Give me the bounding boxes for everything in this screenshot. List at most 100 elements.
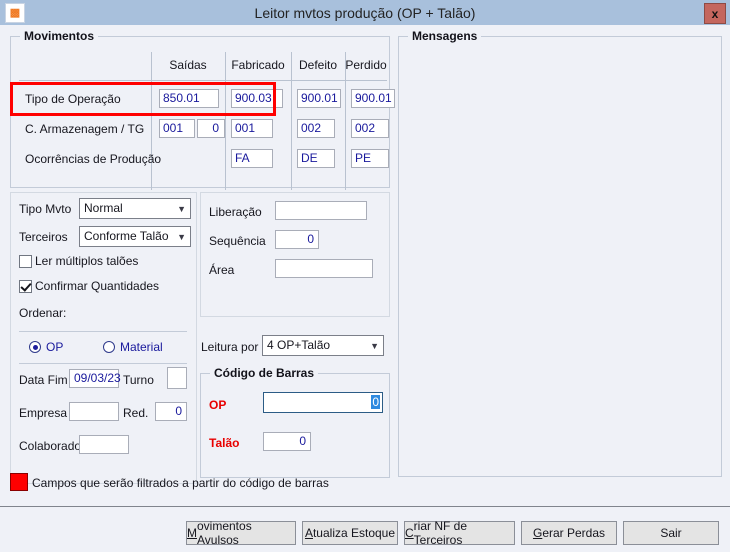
label-barcode-talao: Talão [209, 436, 240, 450]
chevron-down-icon: ▼ [177, 232, 186, 242]
cell-armazenagem-tg[interactable]: 0 [197, 119, 225, 138]
movimentos-group-title: Movimentos [20, 29, 99, 43]
window-titlebar[interactable]: ▩ Leitor mvtos produção (OP + Talão) x [0, 0, 730, 25]
input-area[interactable] [275, 259, 373, 278]
select-leitura-por[interactable]: 4 OP+Talão ▼ [262, 335, 384, 356]
label-ordenar: Ordenar: [19, 306, 67, 320]
button-bar-divider [0, 506, 730, 507]
label-turno: Turno [123, 373, 154, 387]
liberacao-panel: Liberação Sequência 0 Área [200, 192, 390, 317]
table-vline [225, 52, 226, 190]
accel-char: C [405, 526, 414, 540]
close-icon[interactable]: x [704, 3, 726, 24]
codigo-barras-title: Código de Barras [210, 366, 319, 380]
divider [19, 363, 187, 364]
input-barcode-op[interactable]: 0 [263, 392, 383, 413]
mensagens-group-title: Mensagens [408, 29, 482, 43]
label-sequencia: Sequência [209, 234, 266, 248]
cell-armazenagem-saidas[interactable]: 001 [159, 119, 195, 138]
label-tipo-mvto: Tipo Mvto [19, 202, 72, 216]
cell-tipo-operacao-perdido[interactable]: 900.01 [351, 89, 395, 108]
button-label: tualiza Estoque [312, 526, 396, 540]
row-label-tipo-operacao: Tipo de Operação [25, 92, 121, 106]
left-settings-panel: Tipo Mvto Normal ▼ Terceiros Conforme Ta… [10, 192, 197, 484]
label-data-fim: Data Fim [19, 373, 68, 387]
button-label: riar NF de Terceiros [413, 519, 468, 547]
radio-ordenar-material-label: Material [120, 340, 163, 354]
label-liberacao: Liberação [209, 205, 262, 219]
input-barcode-talao[interactable]: 0 [263, 432, 311, 451]
gerar-perdas-button[interactable]: Gerar Perdas [521, 521, 617, 545]
input-turno[interactable] [167, 367, 187, 389]
chevron-down-icon: ▼ [370, 341, 379, 351]
label-area: Área [209, 263, 235, 277]
mensagens-group: Mensagens [398, 29, 722, 477]
input-colaborador[interactable] [79, 435, 129, 454]
table-vline [151, 52, 152, 190]
movimentos-group: Movimentos Saídas Fabricado Defeito Perd… [10, 29, 395, 190]
select-tipo-mvto[interactable]: Normal ▼ [79, 198, 191, 219]
cell-tipo-operacao-fabricado[interactable]: 900.03 [231, 89, 283, 108]
cell-tipo-operacao-saidas[interactable]: 850.01 [159, 89, 219, 108]
checkbox-box [19, 279, 32, 293]
radio-ordenar-op[interactable]: OP [29, 340, 63, 354]
select-terceiros-value: Conforme Talão [84, 229, 169, 243]
cell-ocorrencias-defeito[interactable]: DE [297, 149, 335, 168]
label-barcode-op: OP [209, 398, 227, 412]
atualiza-estoque-button[interactable]: Atualiza Estoque [302, 521, 398, 545]
label-terceiros: Terceiros [19, 230, 68, 244]
radio-ordenar-material[interactable]: Material [103, 340, 163, 354]
column-header-perdido: Perdido [345, 58, 387, 72]
accel-char: G [532, 526, 543, 540]
button-label: ovimentos Avulsos [197, 519, 252, 547]
cell-armazenagem-defeito[interactable]: 002 [297, 119, 335, 138]
select-terceiros[interactable]: Conforme Talão ▼ [79, 226, 191, 247]
chevron-down-icon: ▼ [177, 204, 186, 214]
legend-note-text: Campos que serão filtrados a partir do c… [32, 476, 329, 490]
cell-tipo-operacao-defeito[interactable]: 900.01 [297, 89, 341, 108]
button-label: erar Perdas [542, 526, 606, 540]
row-label-ocorrencias: Ocorrências de Produção [25, 152, 162, 166]
radio-dot [29, 341, 41, 353]
cell-armazenagem-perdido[interactable]: 002 [351, 119, 389, 138]
label-empresa: Empresa [19, 406, 68, 420]
table-vline [291, 52, 292, 190]
movimentos-table: Saídas Fabricado Defeito Perdido Tipo de… [19, 52, 395, 190]
input-sequencia[interactable]: 0 [275, 230, 319, 249]
accel-char: M [187, 526, 197, 540]
select-tipo-mvto-value: Normal [84, 201, 123, 215]
label-leitura-por: Leitura por [201, 340, 259, 354]
mensagens-body[interactable] [401, 43, 717, 471]
movimentos-avulsos-button[interactable]: Movimentos Avulsos [186, 519, 296, 547]
divider [19, 331, 187, 332]
checkbox-confirmar-quantidades[interactable]: Confirmar Quantidades [19, 279, 159, 293]
criar-nf-terceiros-button[interactable]: Criar NF de Terceiros [404, 519, 515, 547]
row-label-armazenagem: C. Armazenagem / TG [25, 122, 145, 136]
accel-char: A [304, 526, 313, 540]
radio-dot [103, 341, 115, 353]
label-colaborador: Colaborador [19, 439, 86, 453]
legend-color-swatch [10, 473, 28, 491]
checkbox-ler-multiplos-label: Ler múltiplos talões [35, 254, 139, 268]
checkbox-ler-multiplos-taloes[interactable]: Ler múltiplos talões [19, 254, 138, 268]
table-vline [345, 52, 346, 190]
window-title: Leitor mvtos produção (OP + Talão) [254, 4, 476, 21]
input-red[interactable]: 0 [155, 402, 187, 421]
client-area: Movimentos Saídas Fabricado Defeito Perd… [0, 25, 730, 552]
input-barcode-op-value: 0 [371, 395, 380, 409]
button-label: Sair [660, 526, 682, 540]
sair-button[interactable]: Sair [623, 521, 719, 545]
radio-ordenar-op-label: OP [46, 340, 64, 354]
input-data-fim[interactable]: 09/03/23 [69, 369, 121, 388]
table-header-line [19, 80, 387, 81]
input-empresa[interactable] [69, 402, 119, 421]
codigo-barras-group: Código de Barras OP 0 Talão 0 [200, 366, 390, 478]
cell-armazenagem-fabricado[interactable]: 001 [231, 119, 273, 138]
cell-ocorrencias-perdido[interactable]: PE [351, 149, 389, 168]
input-liberacao[interactable] [275, 201, 367, 220]
column-header-defeito: Defeito [298, 58, 338, 72]
checkbox-confirmar-label: Confirmar Quantidades [35, 279, 160, 293]
cell-ocorrencias-fabricado[interactable]: FA [231, 149, 273, 168]
label-red: Red. [123, 406, 149, 420]
column-header-saidas: Saídas [169, 58, 207, 72]
